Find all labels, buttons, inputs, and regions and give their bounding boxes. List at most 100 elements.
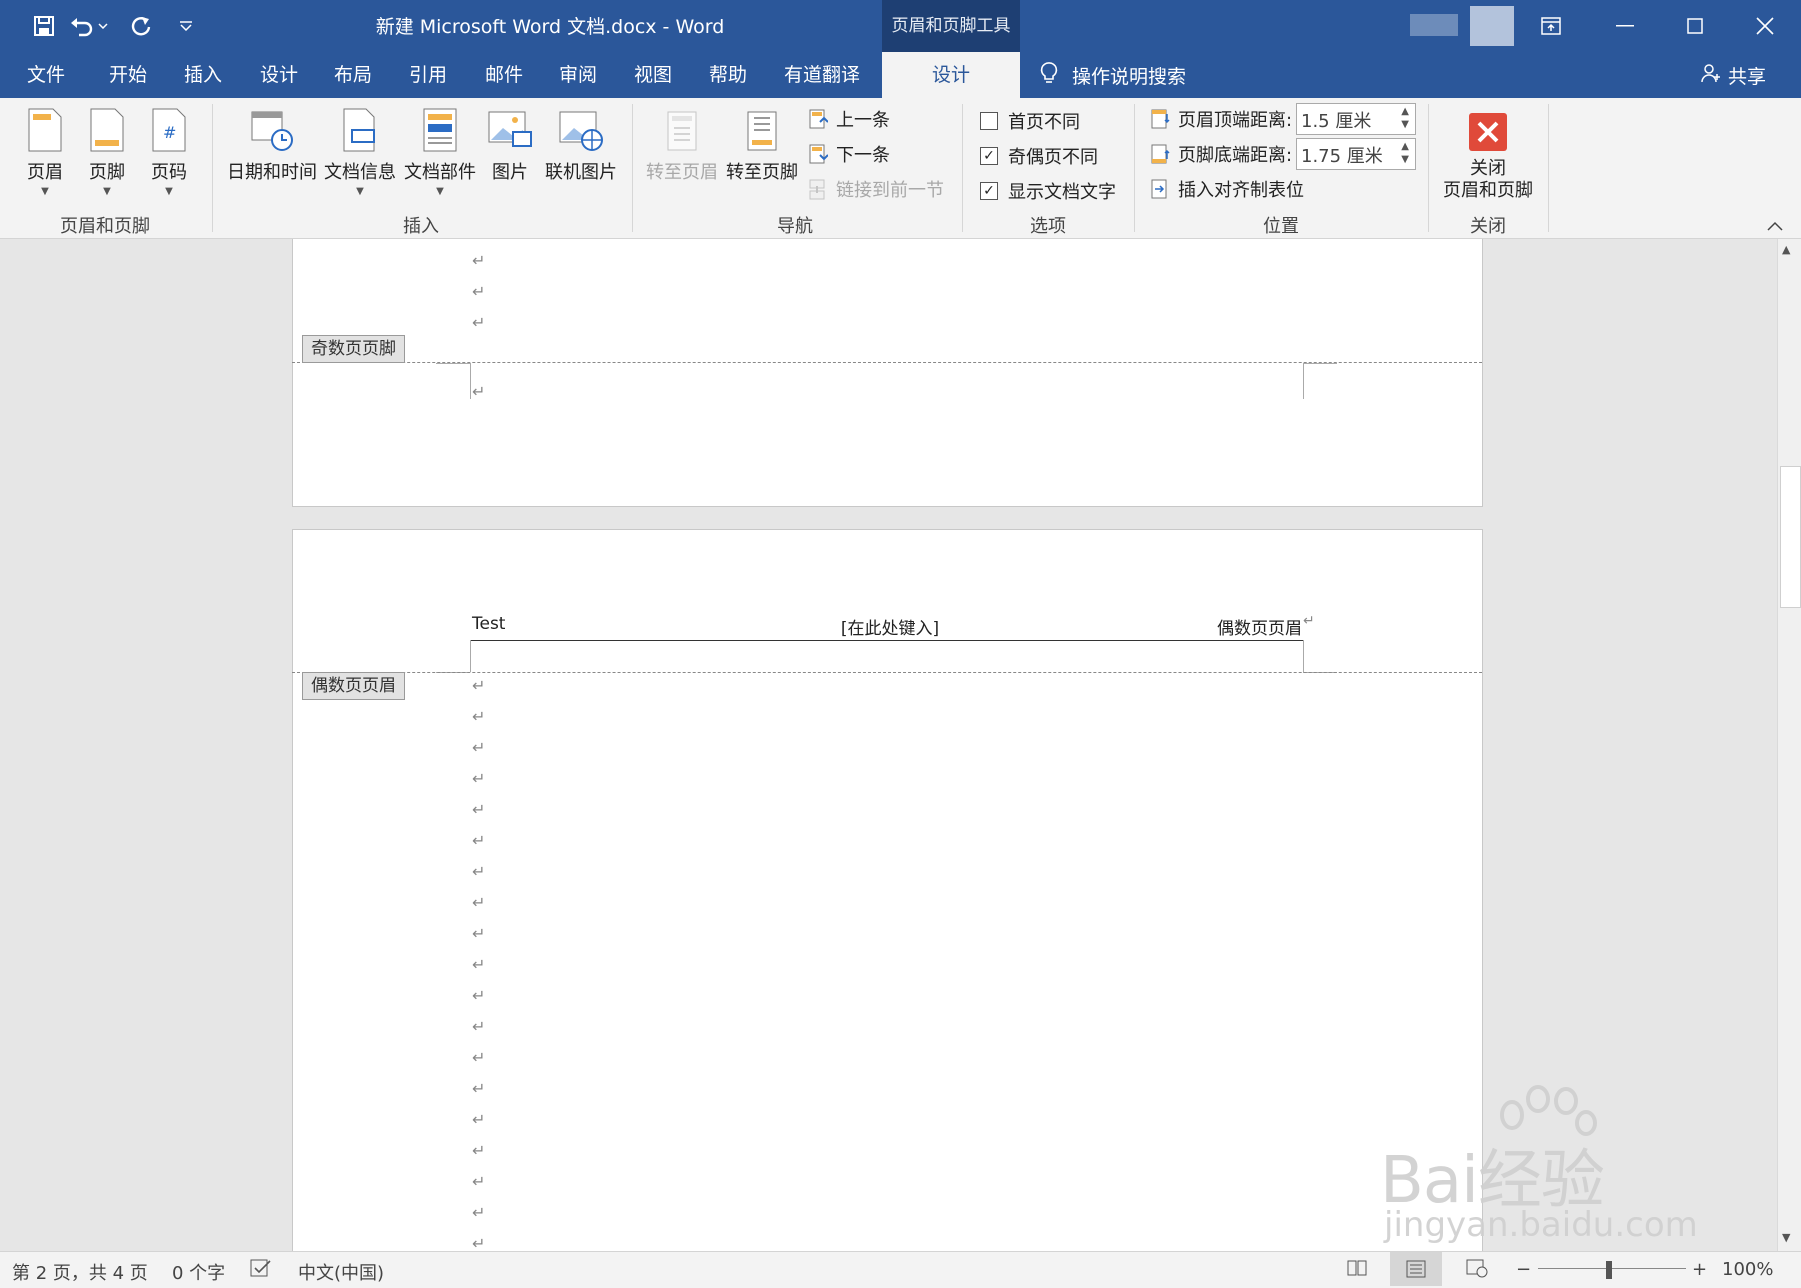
account-name[interactable] bbox=[1410, 14, 1458, 36]
language-status[interactable]: 中文(中国) bbox=[298, 1259, 384, 1285]
tab-references[interactable]: 引用 bbox=[396, 52, 460, 98]
spin-down-icon[interactable]: ▼ bbox=[1401, 119, 1409, 130]
even-header-center-placeholder[interactable]: [在此处键入] bbox=[780, 614, 1000, 639]
page-number-button[interactable]: # 页码 ▼ bbox=[144, 104, 194, 197]
margin-corner bbox=[1303, 363, 1304, 399]
goto-header-icon bbox=[658, 104, 706, 152]
pictures-button[interactable]: 图片 bbox=[486, 104, 534, 184]
chevron-down-icon: ▼ bbox=[356, 186, 364, 197]
header-from-top-input[interactable]: 1.5 厘米 ▲ ▼ bbox=[1296, 103, 1416, 135]
ribbon-display-options-icon[interactable] bbox=[1516, 0, 1586, 52]
goto-header-button[interactable]: 转至页眉 bbox=[644, 104, 720, 184]
quick-parts-button[interactable]: 文档部件 ▼ bbox=[402, 104, 478, 197]
calendar-clock-icon bbox=[248, 104, 296, 152]
footer-icon bbox=[83, 104, 131, 152]
paragraph-mark: ↵ bbox=[472, 313, 486, 332]
even-header-tag: 偶数页页眉 bbox=[302, 672, 405, 700]
vertical-scrollbar[interactable]: ▲ ▼ bbox=[1777, 239, 1801, 1251]
page-count-status[interactable]: 第 2 页，共 4 页 bbox=[12, 1259, 148, 1285]
tab-header-footer-design[interactable]: 设计 bbox=[882, 52, 1020, 98]
zoom-in-button[interactable]: + bbox=[1692, 1259, 1707, 1280]
web-layout-icon[interactable] bbox=[1466, 1258, 1488, 1283]
link-to-previous-button[interactable]: 链接到前一节 bbox=[808, 176, 944, 202]
spin-up-icon[interactable]: ▲ bbox=[1401, 106, 1409, 117]
group-label-insert: 插入 bbox=[403, 216, 439, 237]
header-icon bbox=[21, 104, 69, 152]
minimize-button[interactable] bbox=[1590, 0, 1660, 52]
previous-button[interactable]: 上一条 bbox=[808, 106, 890, 132]
spin-down-icon[interactable]: ▼ bbox=[1401, 154, 1409, 165]
collapse-ribbon-icon[interactable] bbox=[1767, 216, 1783, 235]
paragraph-mark: ↵ bbox=[472, 955, 486, 974]
word-count-status[interactable]: 0 个字 bbox=[172, 1259, 225, 1285]
zoom-out-button[interactable]: − bbox=[1516, 1259, 1531, 1280]
header-from-top-label: 页眉顶端距离: bbox=[1150, 106, 1292, 132]
tab-review[interactable]: 审阅 bbox=[546, 52, 610, 98]
next-button[interactable]: 下一条 bbox=[808, 141, 890, 167]
tab-view[interactable]: 视图 bbox=[621, 52, 685, 98]
online-pictures-button[interactable]: 联机图片 bbox=[540, 104, 622, 184]
margin-corner bbox=[436, 363, 470, 364]
close-window-button[interactable] bbox=[1730, 0, 1800, 52]
margin-corner bbox=[1303, 640, 1304, 672]
group-label-options: 选项 bbox=[1030, 216, 1066, 237]
goto-footer-icon bbox=[738, 104, 786, 152]
lightbulb-icon bbox=[1040, 61, 1058, 90]
proofing-icon[interactable] bbox=[250, 1258, 272, 1283]
scroll-up-icon[interactable]: ▲ bbox=[1782, 243, 1790, 256]
zoom-level[interactable]: 100% bbox=[1722, 1259, 1773, 1280]
even-header-left-text[interactable]: Test bbox=[472, 614, 505, 634]
zoom-slider-track[interactable] bbox=[1538, 1268, 1686, 1269]
paragraph-mark: ↵ bbox=[472, 769, 486, 788]
show-document-text-checkbox[interactable]: ✓ 显示文档文字 bbox=[980, 178, 1116, 204]
tab-home[interactable]: 开始 bbox=[96, 52, 160, 98]
date-time-button[interactable]: 日期和时间 bbox=[226, 104, 318, 184]
group-label-navigation: 导航 bbox=[777, 216, 813, 237]
paragraph-mark: ↵ bbox=[472, 1172, 486, 1191]
checkbox bbox=[980, 112, 998, 130]
read-mode-icon[interactable] bbox=[1346, 1258, 1368, 1283]
tab-layout[interactable]: 布局 bbox=[321, 52, 385, 98]
footer-button[interactable]: 页脚 ▼ bbox=[82, 104, 132, 197]
tell-me-label: 操作说明搜索 bbox=[1072, 65, 1187, 88]
checkmark-icon: ✓ bbox=[980, 147, 998, 165]
ribbon: 页眉 ▼ 页脚 ▼ # 页码 ▼ 页眉和页脚 日期和时间 文档信息 ▼ 文档部件 bbox=[0, 98, 1801, 239]
chevron-down-icon: ▼ bbox=[436, 186, 444, 197]
paragraph-mark: ↵ bbox=[472, 1234, 486, 1251]
close-header-footer-button[interactable]: 关闭 页眉和页脚 bbox=[1436, 104, 1540, 202]
tab-help[interactable]: 帮助 bbox=[696, 52, 760, 98]
tab-insert[interactable]: 插入 bbox=[171, 52, 235, 98]
tab-youdao-translate[interactable]: 有道翻译 bbox=[776, 52, 868, 98]
tab-mailings[interactable]: 邮件 bbox=[472, 52, 536, 98]
different-first-page-checkbox[interactable]: 首页不同 bbox=[980, 108, 1080, 134]
header-button[interactable]: 页眉 ▼ bbox=[20, 104, 70, 197]
insert-alignment-tab-button[interactable]: 插入对齐制表位 bbox=[1150, 176, 1304, 202]
even-header-right-text[interactable]: 偶数页页眉 bbox=[1090, 614, 1302, 639]
tell-me-search[interactable]: 操作说明搜索 bbox=[1040, 52, 1186, 98]
zoom-slider-thumb[interactable] bbox=[1606, 1261, 1612, 1279]
tab-design[interactable]: 设计 bbox=[247, 52, 311, 98]
group-divider bbox=[1134, 104, 1135, 232]
different-odd-even-checkbox[interactable]: ✓ 奇偶页不同 bbox=[980, 143, 1098, 169]
goto-footer-button[interactable]: 转至页脚 bbox=[724, 104, 800, 184]
footer-from-bottom-label: 页脚底端距离: bbox=[1150, 141, 1292, 167]
avatar[interactable] bbox=[1470, 6, 1514, 46]
share-button[interactable]: 共享 bbox=[1700, 52, 1766, 98]
footer-from-bottom-input[interactable]: 1.75 厘米 ▲ ▼ bbox=[1296, 138, 1416, 170]
paragraph-mark: ↵ bbox=[472, 862, 486, 881]
status-bar: 第 2 页，共 4 页 0 个字 中文(中国) − + 100% bbox=[0, 1251, 1801, 1288]
document-area[interactable]: ↵ ↵ ↵ 奇数页页脚 ↵ Test [在此处键入] 偶数页页眉 ↵ 偶数页页眉… bbox=[0, 239, 1777, 1251]
scroll-down-icon[interactable]: ▼ bbox=[1782, 1231, 1790, 1244]
group-divider bbox=[962, 104, 963, 232]
print-layout-icon[interactable] bbox=[1390, 1252, 1442, 1286]
group-divider bbox=[632, 104, 633, 232]
paragraph-mark: ↵ bbox=[472, 1110, 486, 1129]
paragraph-mark: ↵ bbox=[472, 1048, 486, 1067]
group-divider bbox=[1548, 104, 1549, 232]
document-info-button[interactable]: 文档信息 ▼ bbox=[322, 104, 398, 197]
tab-file[interactable]: 文件 bbox=[14, 52, 78, 98]
link-icon bbox=[809, 179, 825, 200]
scrollbar-thumb[interactable] bbox=[1780, 466, 1801, 608]
spin-up-icon[interactable]: ▲ bbox=[1401, 141, 1409, 152]
maximize-button[interactable] bbox=[1660, 0, 1730, 52]
